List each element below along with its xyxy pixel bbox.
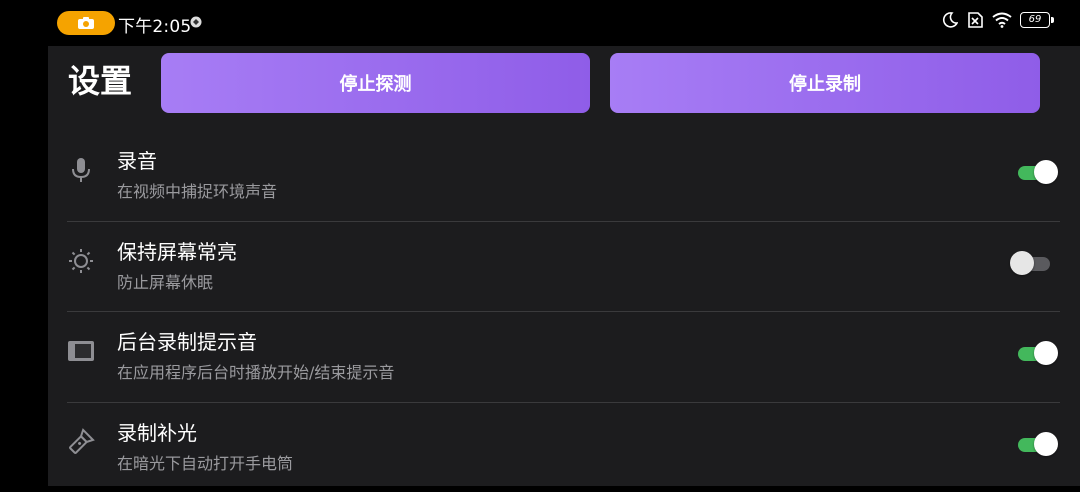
setting-subtitle: 防止屏幕休眠: [117, 273, 214, 292]
keep-screen-on-toggle[interactable]: [1010, 251, 1056, 275]
screen-recording-pill[interactable]: [57, 11, 115, 35]
setting-subtitle: 在应用程序后台时播放开始/结束提示音: [117, 363, 395, 382]
notification-icon: [190, 16, 202, 28]
stop-detect-button[interactable]: 停止探测: [161, 53, 590, 113]
microphone-icon: [66, 155, 96, 185]
flashlight-icon: [66, 427, 96, 457]
status-bar: 下午2:05 69: [0, 0, 1080, 46]
setting-row-audio[interactable]: 录音 在视频中捕捉环境声音: [48, 130, 1080, 220]
setting-subtitle: 在视频中捕捉环境声音: [117, 182, 278, 201]
page-title: 设置: [68, 62, 133, 100]
camera-icon: [78, 17, 94, 29]
screen-icon: [66, 336, 96, 366]
setting-row-background-sound[interactable]: 后台录制提示音 在应用程序后台时播放开始/结束提示音: [48, 311, 1080, 401]
toggle-knob: [1034, 160, 1058, 184]
fill-light-toggle[interactable]: [1016, 432, 1058, 456]
toggle-knob: [1034, 432, 1058, 456]
brightness-icon: [66, 246, 96, 276]
settings-panel: 设置 停止探测 停止录制 录音 在视频中捕捉环境声音 保持屏幕常亮 防止屏幕休眠…: [48, 46, 1080, 486]
setting-title: 录音: [117, 149, 157, 173]
background-sound-toggle[interactable]: [1016, 341, 1058, 365]
stop-record-button[interactable]: 停止录制: [610, 53, 1040, 113]
status-icons: 69: [942, 12, 1054, 28]
toggle-knob: [1010, 251, 1034, 275]
wifi-icon: [992, 12, 1012, 28]
battery-icon: 69: [1020, 12, 1054, 28]
audio-toggle[interactable]: [1016, 160, 1058, 184]
moon-icon: [942, 12, 958, 28]
setting-row-fill-light[interactable]: 录制补光 在暗光下自动打开手电筒: [48, 402, 1080, 492]
toggle-knob: [1034, 341, 1058, 365]
status-time: 下午2:05: [118, 17, 192, 37]
setting-title: 保持屏幕常亮: [117, 240, 237, 264]
setting-subtitle: 在暗光下自动打开手电筒: [117, 454, 294, 473]
setting-title: 录制补光: [117, 421, 197, 445]
setting-title: 后台录制提示音: [117, 330, 257, 354]
setting-row-keep-screen-on[interactable]: 保持屏幕常亮 防止屏幕休眠: [48, 221, 1080, 311]
sim-off-icon: [968, 12, 983, 28]
